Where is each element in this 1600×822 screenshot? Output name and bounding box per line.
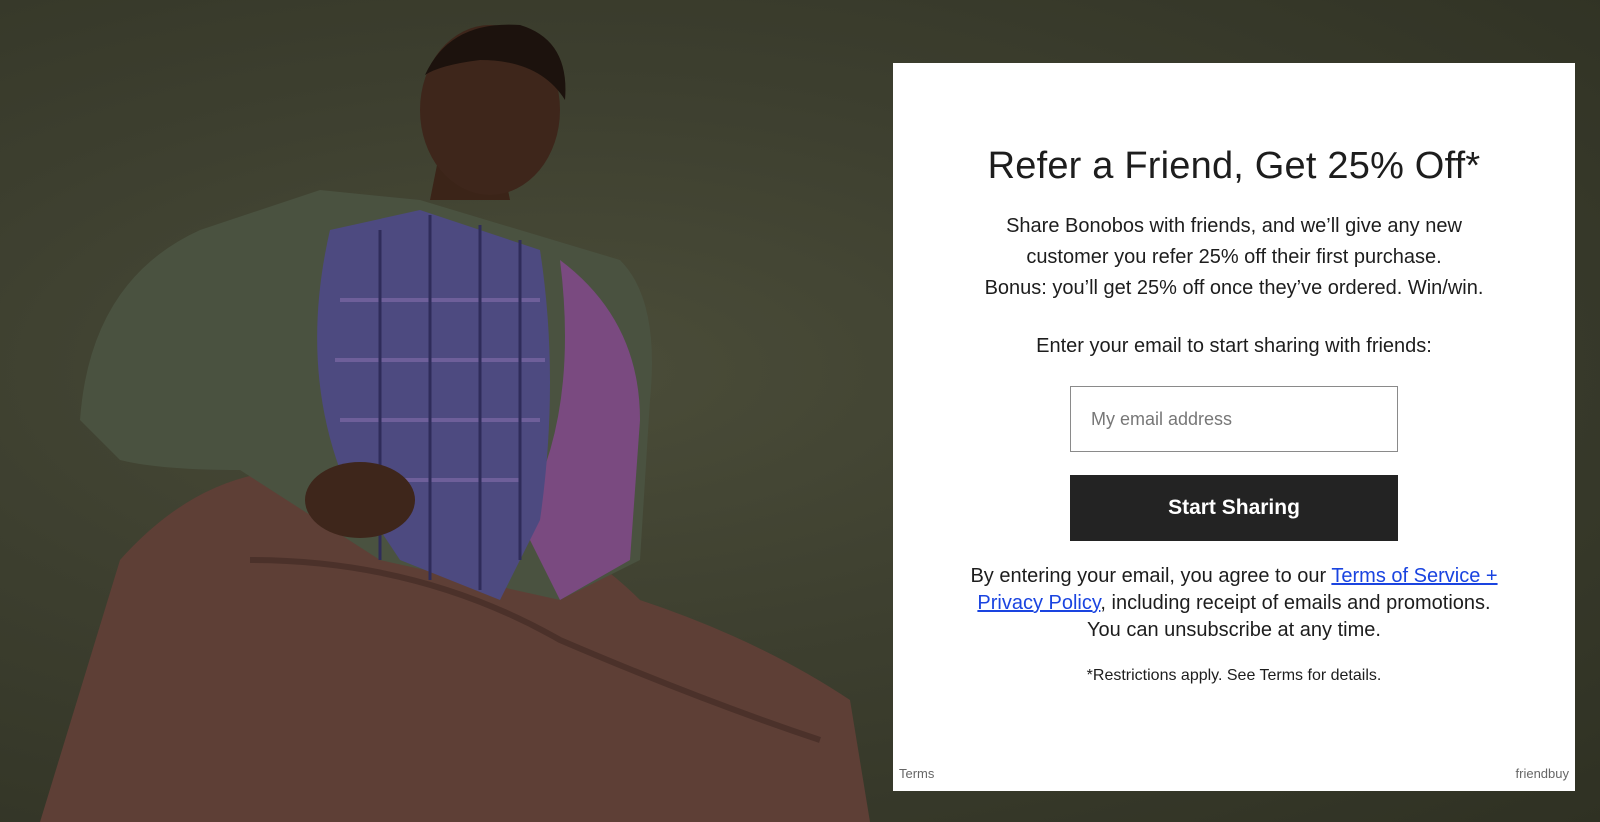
- description-line: Bonus: you’ll get 25% off once they’ve o…: [984, 277, 1484, 299]
- description-line: customer you refer 25% off their first p…: [1026, 246, 1442, 268]
- restrictions-note: *Restrictions apply. See Terms for detai…: [1086, 667, 1382, 684]
- refer-a-friend-modal: Refer a Friend, Get 25% Off* Share Bonob…: [893, 63, 1575, 791]
- model-photo-illustration: [40, 24, 870, 822]
- friendbuy-link[interactable]: friendbuy: [1516, 766, 1569, 781]
- email-prompt: Enter your email to start sharing with f…: [1036, 335, 1432, 357]
- footer-terms-link[interactable]: Terms: [899, 766, 934, 781]
- consent-text: By entering your email, you agree to our…: [963, 563, 1505, 644]
- start-sharing-button[interactable]: Start Sharing: [1070, 475, 1398, 541]
- email-field[interactable]: [1071, 387, 1397, 451]
- consent-text-before: By entering your email, you agree to our: [970, 565, 1332, 587]
- consent-text-after: , including receipt of emails and promot…: [1087, 592, 1491, 641]
- email-field-wrapper: [1070, 386, 1398, 452]
- description-line: Share Bonobos with friends, and we’ll gi…: [1006, 215, 1462, 237]
- modal-title: Refer a Friend, Get 25% Off*: [987, 145, 1481, 187]
- modal-description: Share Bonobos with friends, and we’ll gi…: [953, 211, 1515, 304]
